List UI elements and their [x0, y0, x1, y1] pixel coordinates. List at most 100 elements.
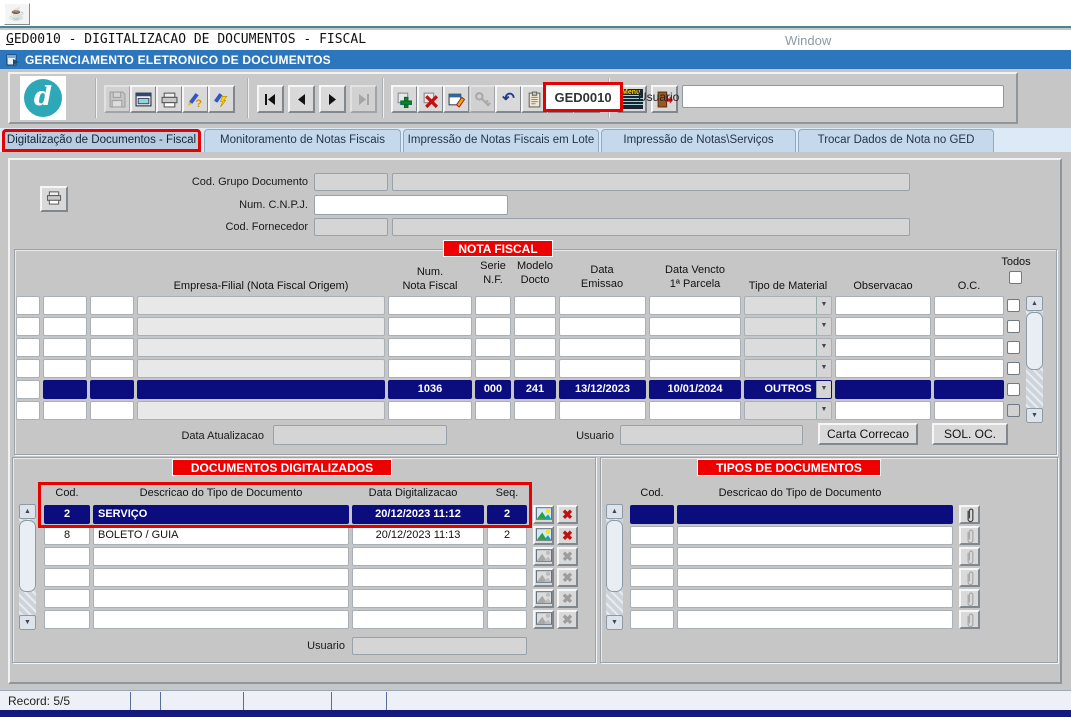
edit-field-button[interactable] [443, 85, 470, 113]
tipo-material-dropdown-arrow[interactable]: ▼ [816, 318, 831, 335]
attach-document-button[interactable] [959, 610, 980, 629]
doc-cell-cod[interactable] [44, 610, 90, 629]
nf-cell-modelo[interactable] [514, 317, 556, 336]
nf-row-indicator[interactable] [16, 401, 40, 420]
doc-cell-descricao[interactable] [93, 589, 349, 608]
nf-cell-observacao[interactable] [835, 317, 931, 336]
tipo-cell-cod[interactable] [630, 610, 674, 629]
doc-cell-descricao[interactable] [93, 568, 349, 587]
nf-cell-modelo[interactable] [514, 338, 556, 357]
nf-cell-oc[interactable] [934, 359, 1004, 378]
doc-cell-descricao[interactable]: BOLETO / GUIA [93, 526, 349, 545]
doc-cell-cod[interactable]: 2 [44, 505, 90, 524]
nf-cell-modelo[interactable] [514, 296, 556, 315]
tipo-cell-descricao[interactable] [677, 505, 953, 524]
doc-cell-data-digitalizacao[interactable] [352, 568, 484, 587]
attach-document-button[interactable] [959, 568, 980, 587]
view-image-button[interactable] [533, 547, 554, 566]
nf-cell-tipo-material[interactable]: ▼ [744, 296, 832, 315]
tipo-cell-descricao[interactable] [677, 568, 953, 587]
nf-cell-serie[interactable] [475, 317, 511, 336]
nf-cell-serie[interactable] [475, 359, 511, 378]
delete-document-button[interactable]: ✖ [557, 547, 578, 566]
delete-document-button[interactable]: ✖ [557, 568, 578, 587]
doc-cell-cod[interactable] [44, 589, 90, 608]
nf-cell-num-nota-fiscal[interactable]: 1036 [388, 380, 472, 399]
nf-cell-tipo-material[interactable]: ▼ [744, 401, 832, 420]
view-image-button[interactable] [533, 589, 554, 608]
doc-cell-data-digitalizacao[interactable]: 20/12/2023 11:13 [352, 526, 484, 545]
todos-row-checkbox[interactable] [1007, 404, 1020, 417]
todos-row-checkbox[interactable] [1007, 383, 1020, 396]
nf-cell-data-emissao[interactable] [559, 401, 646, 420]
view-image-button[interactable] [533, 526, 554, 545]
delete-document-button[interactable]: ✖ [557, 610, 578, 629]
doc-cell-cod[interactable]: 8 [44, 526, 90, 545]
nf-cell-serie[interactable] [475, 296, 511, 315]
tipo-material-dropdown-arrow[interactable]: ▼ [816, 339, 831, 356]
nf-cell-empresa-filial[interactable] [137, 338, 385, 357]
tab-monitoramento-notas-fiscais[interactable]: Monitoramento de Notas Fiscais [204, 129, 401, 152]
nf-cell-observacao[interactable] [835, 296, 931, 315]
execute-query-button[interactable] [208, 85, 235, 113]
nf-cell-data-vencto[interactable] [649, 317, 741, 336]
doc-cell-seq[interactable] [487, 568, 527, 587]
nf-cell-tipo-material[interactable]: ▼ [744, 317, 832, 336]
nf-cell-modelo[interactable] [514, 359, 556, 378]
nf-cell-num-nota-fiscal[interactable] [388, 338, 472, 357]
todos-row-checkbox[interactable] [1007, 341, 1020, 354]
insert-record-button[interactable] [391, 85, 418, 113]
doc-cell-seq[interactable]: 2 [487, 526, 527, 545]
todos-header-checkbox[interactable] [1009, 271, 1022, 284]
nf-cell-data-vencto[interactable] [649, 296, 741, 315]
tipo-cell-cod[interactable] [630, 568, 674, 587]
attach-document-button[interactable] [959, 505, 980, 524]
enter-query-button[interactable]: ? [182, 85, 209, 113]
tipo-cell-cod[interactable] [630, 547, 674, 566]
nf-cell-data-vencto[interactable] [649, 359, 741, 378]
usuario-nf-field[interactable] [620, 425, 803, 445]
doc-cell-cod[interactable] [44, 568, 90, 587]
nf-cell-num-nota-fiscal[interactable] [388, 317, 472, 336]
nf-cell-data-emissao[interactable] [559, 317, 646, 336]
grupo-codigo-field[interactable] [314, 173, 388, 191]
tipo-cell-descricao[interactable] [677, 526, 953, 545]
tipo-material-dropdown-arrow[interactable]: ▼ [816, 381, 831, 398]
todos-row-checkbox[interactable] [1007, 320, 1020, 333]
nf-cell-modelo[interactable] [514, 401, 556, 420]
nf-cell-empresa-filial[interactable] [137, 401, 385, 420]
doc-cell-data-digitalizacao[interactable] [352, 610, 484, 629]
nf-cell-observacao[interactable] [835, 401, 931, 420]
view-image-button[interactable] [533, 505, 554, 524]
nf-cell-data-vencto[interactable] [649, 338, 741, 357]
nf-cell-observacao[interactable] [835, 338, 931, 357]
tipo-material-dropdown-arrow[interactable]: ▼ [816, 297, 831, 314]
attach-document-button[interactable] [959, 589, 980, 608]
nf-cell-filial-codigo[interactable] [90, 317, 134, 336]
doc-cell-data-digitalizacao[interactable]: 20/12/2023 11:12 [352, 505, 484, 524]
tab-trocar-dados-nota-ged[interactable]: Trocar Dados de Nota no GED [798, 129, 994, 152]
delete-document-button[interactable]: ✖ [557, 526, 578, 545]
todos-row-checkbox[interactable] [1007, 362, 1020, 375]
usuario-input[interactable] [682, 85, 1004, 108]
nf-cell-serie[interactable] [475, 338, 511, 357]
undo-button[interactable]: ↶ [495, 85, 522, 113]
print-button[interactable] [156, 85, 183, 113]
doc-cell-descricao[interactable]: SERVIÇO [93, 505, 349, 524]
nf-cell-filial-codigo[interactable] [90, 338, 134, 357]
tipo-material-dropdown-arrow[interactable]: ▼ [816, 360, 831, 377]
nf-cell-oc[interactable] [934, 401, 1004, 420]
nf-cell-serie[interactable] [475, 401, 511, 420]
doc-cell-seq[interactable] [487, 610, 527, 629]
nf-cell-data-emissao[interactable] [559, 338, 646, 357]
tipo-cell-cod[interactable] [630, 589, 674, 608]
nf-cell-oc[interactable] [934, 380, 1004, 399]
nf-cell-filial-codigo[interactable] [90, 401, 134, 420]
nf-cell-empresa-filial[interactable] [137, 359, 385, 378]
nf-cell-oc[interactable] [934, 317, 1004, 336]
nf-cell-oc[interactable] [934, 338, 1004, 357]
nf-row-indicator[interactable] [16, 338, 40, 357]
first-record-button[interactable] [257, 85, 284, 113]
attach-document-button[interactable] [959, 547, 980, 566]
doc-cell-data-digitalizacao[interactable] [352, 547, 484, 566]
